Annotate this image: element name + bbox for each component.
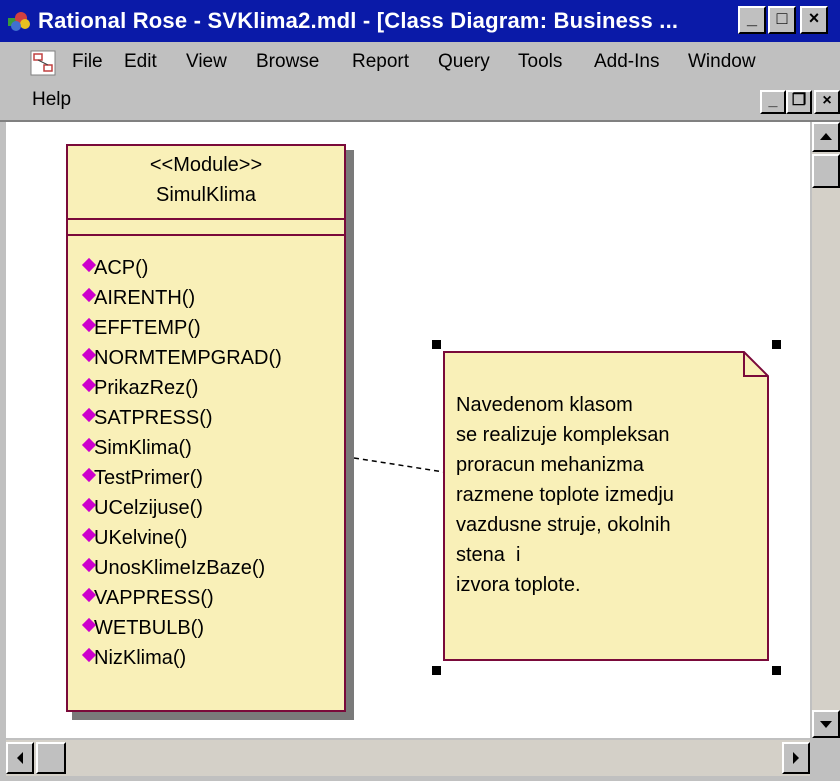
scroll-thumb[interactable] (812, 154, 840, 188)
scroll-thumb[interactable] (36, 742, 66, 774)
class-separator (68, 234, 344, 236)
menu-report[interactable]: Report (352, 50, 409, 74)
minimize-button[interactable]: _ (738, 6, 766, 34)
note-text: Navedenom klasom se realizuje kompleksan… (456, 394, 674, 596)
class-operation[interactable]: UnosKlimeIzBaze() (81, 556, 266, 580)
class-separator (68, 218, 344, 220)
maximize-button[interactable]: □ (768, 6, 796, 34)
selection-handle[interactable] (772, 340, 781, 349)
class-operation[interactable]: PrikazRez() (81, 376, 199, 400)
mdi-minimize-button[interactable]: _ (760, 90, 786, 114)
operation-label: SimKlima() (94, 437, 192, 459)
operation-label: NizKlima() (94, 647, 187, 669)
operation-label: UKelvine() (94, 527, 188, 549)
operation-label: WETBULB() (94, 617, 204, 639)
menu-file[interactable]: File (72, 50, 103, 74)
class-name: SimulKlima (155, 184, 257, 206)
class-shadow (72, 712, 354, 720)
menu-tools[interactable]: Tools (518, 50, 562, 74)
title-bar: Rational Rose - SVKlima2.mdl - [Class Di… (0, 0, 840, 42)
class-operation[interactable]: ACP() (81, 256, 149, 280)
class-stereotype: <<Module>> (149, 154, 263, 176)
selection-handle[interactable] (432, 666, 441, 675)
class-operation[interactable]: VAPPRESS() (81, 586, 214, 610)
mdi-restore-button[interactable]: ❐ (786, 90, 812, 114)
class-diagram-icon[interactable] (30, 50, 56, 76)
operation-label: PrikazRez() (94, 377, 199, 399)
operation-label: EFFTEMP() (94, 317, 201, 339)
arrow-left-icon (17, 752, 23, 764)
class-operation[interactable]: WETBULB() (81, 616, 204, 640)
class-operation[interactable]: UKelvine() (81, 526, 188, 550)
window-title: Rational Rose - SVKlima2.mdl - [Class Di… (38, 8, 679, 33)
horizontal-scrollbar[interactable] (6, 740, 810, 776)
class-operation[interactable]: NORMTEMPGRAD() (81, 346, 282, 370)
class-operation[interactable]: UCelzijuse() (81, 496, 203, 520)
arrow-right-icon (793, 752, 799, 764)
close-button[interactable]: × (800, 6, 828, 34)
scroll-left-button[interactable] (6, 742, 34, 774)
menu-bar: File Edit View Browse Report Query Tools… (0, 42, 840, 82)
operation-label: AIRENTH() (94, 287, 196, 309)
menu-bar-row-2: Help _ ❐ × (0, 82, 840, 122)
operation-label: VAPPRESS() (94, 587, 214, 609)
operation-label: UCelzijuse() (94, 497, 203, 519)
operation-label: SATPRESS() (94, 407, 213, 429)
menu-view[interactable]: View (186, 50, 227, 74)
scroll-right-button[interactable] (782, 742, 810, 774)
rational-rose-icon (8, 12, 30, 31)
menu-edit[interactable]: Edit (124, 50, 157, 74)
arrow-down-icon (820, 721, 832, 728)
class-operation[interactable]: SimKlima() (81, 436, 192, 460)
class-shadow (346, 150, 354, 718)
menu-help[interactable]: Help (32, 88, 71, 112)
operation-label: UnosKlimeIzBaze() (94, 557, 266, 579)
operation-label: TestPrimer() (94, 467, 203, 489)
class-operation[interactable]: AIRENTH() (81, 286, 196, 310)
selection-handle[interactable] (772, 666, 781, 675)
mdi-close-button[interactable]: × (814, 90, 840, 114)
arrow-up-icon (820, 133, 832, 140)
operation-label: NORMTEMPGRAD() (94, 347, 282, 369)
class-operation[interactable]: TestPrimer() (81, 466, 203, 490)
menu-query[interactable]: Query (438, 50, 490, 74)
menu-browse[interactable]: Browse (256, 50, 319, 74)
scroll-up-button[interactable] (812, 122, 840, 152)
diagram-canvas[interactable]: <<Module>> SimulKlima ACP() AIRENTH() EFFT… (6, 122, 810, 738)
menu-add-ins[interactable]: Add-Ins (594, 50, 659, 74)
class-operation[interactable]: SATPRESS() (81, 406, 213, 430)
class-operation[interactable]: EFFTEMP() (81, 316, 201, 340)
menu-window[interactable]: Window (688, 50, 756, 74)
class-operation[interactable]: NizKlima() (81, 646, 187, 670)
vertical-scrollbar[interactable] (812, 122, 840, 738)
selection-handle[interactable] (432, 340, 441, 349)
scroll-down-button[interactable] (812, 710, 840, 738)
class-simulklima[interactable]: <<Module>> SimulKlima ACP() AIRENTH() EFFT… (66, 144, 346, 712)
operation-label: ACP() (94, 257, 149, 279)
